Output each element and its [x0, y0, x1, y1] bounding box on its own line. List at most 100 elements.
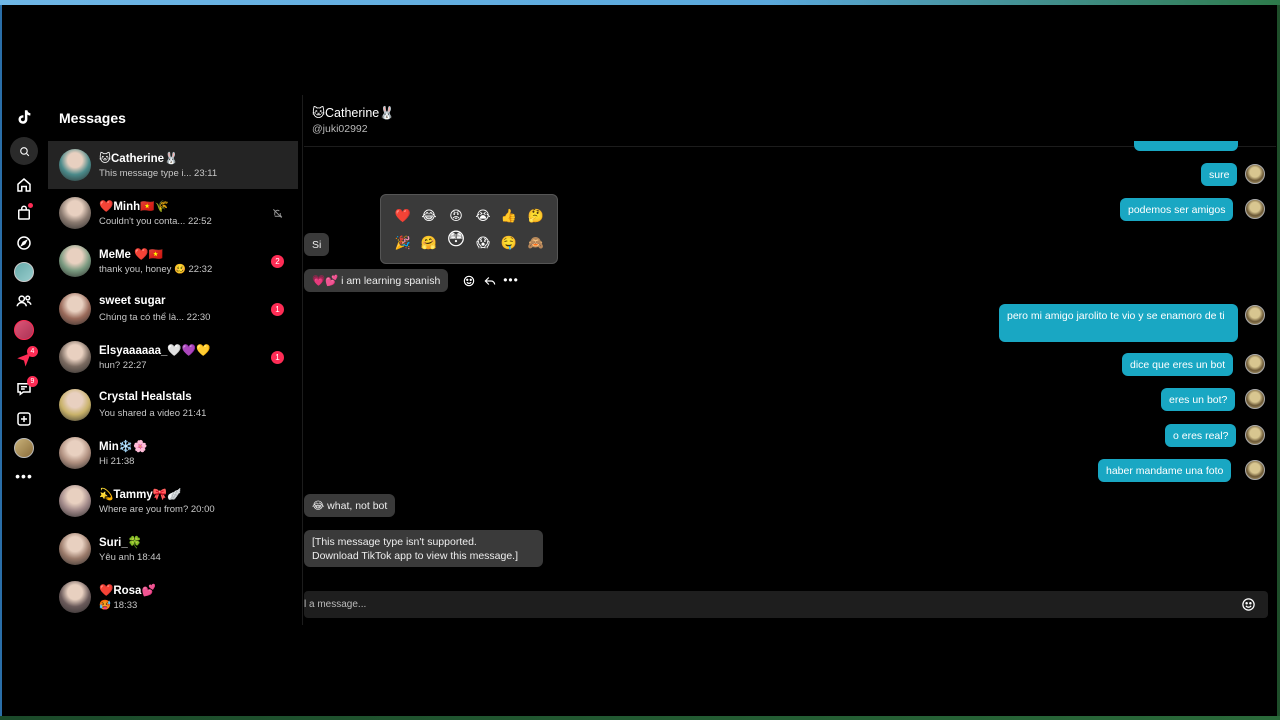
send-icon[interactable]: 4 [10, 345, 38, 373]
conversation-avatar [59, 245, 91, 277]
reaction-option[interactable]: 🤔 [526, 206, 546, 226]
profile-avatar[interactable] [10, 258, 38, 286]
conversation-row[interactable]: Elsyaaaaaa_🤍💜💛 hun? 22:27 1 [48, 333, 298, 381]
conversation-avatar [59, 437, 91, 469]
shop-icon[interactable] [10, 199, 38, 227]
message-bubble-incoming[interactable]: 😂 what, not bot [304, 494, 396, 517]
my-avatar [1245, 354, 1265, 374]
tiktok-logo-icon[interactable] [10, 103, 38, 131]
react-icon[interactable] [461, 273, 477, 289]
conversation-name: ❤️Minh🇻🇳🌾 [99, 201, 169, 213]
profile-avatar-image [14, 262, 34, 282]
conversation-row[interactable]: Suri_🍀 Yêu anh 18:44 [48, 525, 298, 573]
conversation-preview-text: Hi [99, 456, 108, 467]
my-avatar [1245, 199, 1265, 219]
conversation-avatar [59, 293, 91, 325]
inbox-icon[interactable]: 9 [10, 375, 38, 403]
reaction-option[interactable]: 🤗 [419, 233, 439, 253]
more-options-icon[interactable]: ••• [503, 272, 519, 288]
conversation-preview-text: Where are you from? [99, 504, 189, 515]
conversation-row[interactable]: Min❄️🌸 Hi 21:38 [48, 429, 298, 477]
conversation-time: 22:32 [188, 264, 213, 275]
conversation-row[interactable]: sweet sugar Chúng ta có thể là... 22:30 1 [48, 285, 298, 333]
window-top-border [0, 0, 1280, 5]
unsupported-line-1: [This message type isn't supported. [312, 536, 477, 548]
reaction-option[interactable]: 😳 [443, 226, 469, 252]
explore-icon[interactable] [10, 229, 38, 257]
unread-badge: 2 [271, 255, 284, 268]
conversation-avatar [59, 389, 91, 421]
me-avatar-image [14, 438, 34, 458]
conversation-name: 🐱Catherine🐰 [99, 153, 179, 165]
my-avatar [1245, 425, 1265, 445]
message-bubble-outgoing[interactable]: haber mandame una foto [1098, 459, 1232, 482]
home-icon[interactable] [10, 171, 38, 199]
conversation-time: 22:30 [186, 312, 211, 323]
reaction-option[interactable]: ❤️ [393, 206, 413, 226]
message-bubble-incoming[interactable]: Si [304, 233, 330, 256]
conversation-name: Elsyaaaaaa_🤍💜💛 [99, 345, 211, 357]
live-avatar-image [14, 320, 34, 340]
conversation-row[interactable]: 💫Tammy🎀🪽 Where are you from? 20:00 [48, 477, 298, 525]
reaction-option[interactable]: 😂 [419, 206, 439, 226]
message-bubble-unsupported[interactable]: [This message type isn't supported. Down… [304, 530, 543, 567]
left-nav-rail: 4 9 ••• [10, 100, 38, 620]
message-bubble-outgoing[interactable]: pero mi amigo jarolito te vio y se enamo… [999, 304, 1238, 342]
reaction-option[interactable]: 😭 [473, 206, 493, 226]
conversation-preview: You shared a video 21:41 [99, 408, 206, 419]
unread-badge: 1 [271, 303, 284, 316]
unread-badge: 1 [271, 351, 284, 364]
conversation-preview-text: This message type i... [99, 168, 192, 179]
chat-contact-handle[interactable]: @juki02992 [312, 123, 368, 135]
conversation-time: 18:33 [113, 600, 138, 611]
conversation-preview-text: Chúng ta có thể là... [99, 312, 185, 323]
conversation-name: MeMe ❤️🇻🇳 [99, 249, 163, 261]
window-bottom-border [0, 716, 1280, 720]
reply-icon[interactable] [482, 273, 498, 289]
reaction-option[interactable]: 🤤 [499, 233, 519, 253]
message-bubble-incoming[interactable]: 💗💕 i am learning spanish [304, 269, 449, 292]
message-bubble-outgoing[interactable]: o eres real? [1165, 424, 1237, 447]
my-avatar [1245, 305, 1265, 325]
conversation-avatar [59, 149, 91, 181]
conversation-row[interactable]: 🐱Catherine🐰 This message type i... 23:11 [48, 141, 298, 189]
reaction-option[interactable]: 😱 [473, 233, 493, 253]
message-bubble-outgoing[interactable]: sure [1201, 163, 1238, 186]
reaction-option[interactable]: 👍 [499, 206, 519, 226]
message-bubble-outgoing[interactable]: eres un bot? [1161, 388, 1236, 411]
chat-header: 🐱Catherine🐰 @juki02992 [304, 95, 1276, 147]
reaction-option[interactable]: 😡 [446, 206, 466, 226]
following-icon[interactable] [10, 287, 38, 315]
conversation-name: ❤️Rosa💕 [99, 585, 156, 597]
conversation-preview-text: You shared a video [99, 408, 180, 419]
conversation-preview: Hi 21:38 [99, 456, 134, 467]
conversation-preview-text: thank you, honey 🥴 [99, 264, 186, 275]
more-icon[interactable]: ••• [10, 462, 38, 490]
reaction-option[interactable]: 🎉 [393, 233, 413, 253]
conversation-preview: Yêu anh 18:44 [99, 552, 161, 563]
conversation-avatar [59, 485, 91, 517]
conversation-time: 21:41 [182, 408, 207, 419]
chat-contact-name[interactable]: 🐱Catherine🐰 [312, 105, 395, 121]
message-bubble-partial[interactable] [1134, 141, 1238, 151]
window-left-border [0, 5, 2, 720]
my-avatar [1245, 164, 1265, 184]
search-icon[interactable] [10, 137, 38, 165]
conversation-avatar [59, 197, 91, 229]
message-bubble-outgoing[interactable]: dice que eres un bot [1122, 353, 1234, 376]
live-avatar[interactable] [10, 316, 38, 344]
conversation-time: 22:27 [122, 360, 147, 371]
message-input[interactable] [304, 591, 1224, 618]
me-avatar[interactable] [10, 434, 38, 462]
upload-icon[interactable] [10, 405, 38, 433]
emoji-icon[interactable] [1241, 597, 1256, 612]
conversation-row[interactable]: ❤️Minh🇻🇳🌾 Couldn't you conta... 22:52 [48, 189, 298, 237]
conversation-row[interactable]: Crystal Healstals You shared a video 21:4… [48, 381, 298, 429]
reaction-option[interactable]: 🙈 [526, 233, 546, 253]
conversation-name: sweet sugar [99, 295, 166, 307]
reaction-picker: ❤️ 😂 😡 😭 👍 🤔 🎉 🤗 😳 😱 🤤 🙈 [380, 194, 558, 264]
message-bubble-outgoing[interactable]: podemos ser amigos [1120, 198, 1234, 221]
conversation-row[interactable]: MeMe ❤️🇻🇳 thank you, honey 🥴 22:32 2 [48, 237, 298, 285]
conversation-time: 21:38 [110, 456, 135, 467]
conversation-row[interactable]: ❤️Rosa💕 🥵 18:33 [48, 573, 298, 621]
